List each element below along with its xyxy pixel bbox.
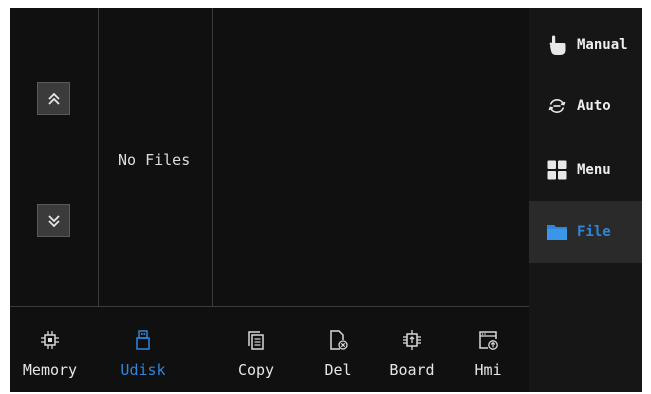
- scroll-up-button[interactable]: [37, 82, 70, 115]
- hmi-button[interactable]: Hmi: [448, 307, 528, 392]
- bottom-toolbar: Memory Udisk Copy Del Board Hmi: [10, 307, 529, 392]
- delete-button[interactable]: Del: [298, 307, 378, 392]
- copy-label: Copy: [237, 361, 275, 379]
- chip-icon: [41, 331, 59, 349]
- empty-file-list-text: No Files: [118, 151, 191, 169]
- hmi-upload-icon: [479, 331, 498, 350]
- memory-button[interactable]: Memory: [10, 307, 90, 392]
- auto-cycle-icon: [548, 99, 566, 113]
- copy-button[interactable]: Copy: [216, 307, 296, 392]
- scroll-down-button[interactable]: [37, 204, 70, 237]
- board-chip-icon: [403, 330, 421, 350]
- nav-file[interactable]: File: [529, 201, 642, 263]
- grid-icon: [547, 160, 567, 180]
- memory-label: Memory: [22, 361, 78, 379]
- nav-file-label: File: [577, 224, 611, 240]
- file-preview-area: [213, 8, 529, 306]
- hmi-label: Hmi: [474, 361, 502, 379]
- side-navigation: Manual Auto Menu File: [529, 8, 642, 392]
- board-button[interactable]: Board: [372, 307, 452, 392]
- nav-menu[interactable]: Menu: [529, 139, 642, 201]
- nav-menu-label: Menu: [577, 162, 611, 178]
- delete-label: Del: [324, 361, 352, 379]
- folder-icon: [547, 225, 567, 240]
- printer-screen: No Files Memory Udisk Copy Del Board Hmi…: [10, 8, 642, 392]
- double-chevron-down-icon: [47, 214, 60, 227]
- hand-pointer-icon: [549, 35, 566, 55]
- udisk-label: Udisk: [120, 361, 166, 379]
- nav-manual[interactable]: Manual: [529, 14, 642, 76]
- nav-manual-label: Manual: [577, 37, 628, 53]
- board-label: Board: [389, 361, 435, 379]
- delete-file-icon: [330, 330, 348, 350]
- usb-drive-icon: [136, 330, 150, 350]
- nav-auto[interactable]: Auto: [529, 75, 642, 137]
- copy-icon: [248, 331, 264, 350]
- double-chevron-up-icon: [47, 92, 60, 105]
- scroll-column: [10, 8, 99, 306]
- nav-auto-label: Auto: [577, 98, 611, 114]
- udisk-button[interactable]: Udisk: [103, 307, 183, 392]
